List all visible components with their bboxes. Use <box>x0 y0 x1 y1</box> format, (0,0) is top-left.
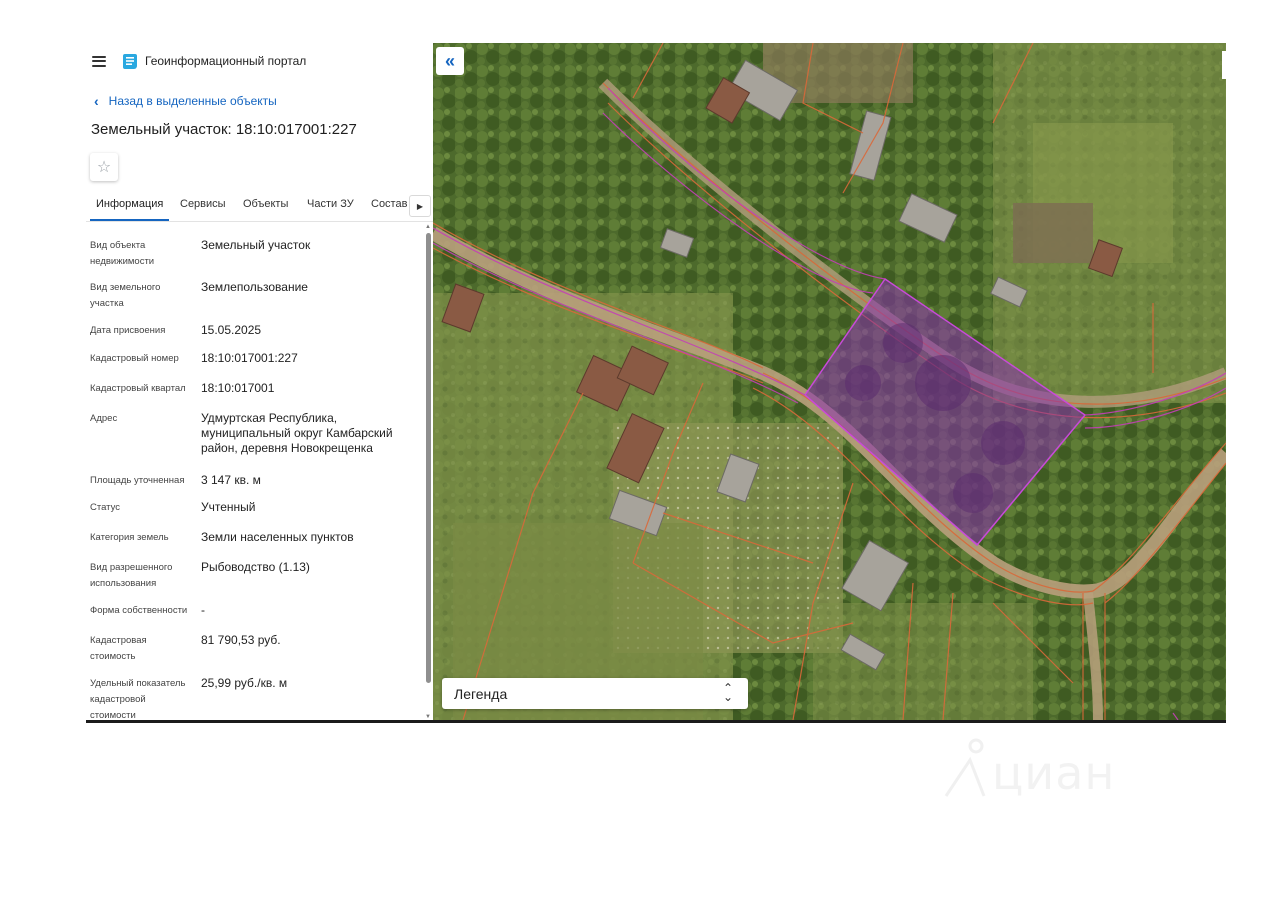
info-value: 81 790,53 руб. <box>201 633 281 647</box>
info-label: Вид разрешенного использования <box>90 562 173 589</box>
info-label: Удельный показатель кадастровой стоимост… <box>90 678 186 720</box>
updown-chevron-icon: ⌃ ⌄ <box>722 681 733 704</box>
info-label: Дата присвоения <box>90 325 166 336</box>
info-label: Вид земельного участка <box>90 282 161 309</box>
star-outline-icon: ☆ <box>96 159 112 176</box>
back-link[interactable]: ‹ Назад в выделенные объекты <box>94 93 277 109</box>
watermark-text: циан <box>992 746 1116 800</box>
collapse-panel-button[interactable]: « <box>436 47 464 75</box>
favorite-button[interactable]: ☆ <box>90 153 118 181</box>
object-title: Земельный участок: 18:10:017001:227 <box>91 121 357 138</box>
info-label: Кадастровый квартал <box>90 383 186 394</box>
double-chevron-left-icon: « <box>444 50 455 71</box>
legend-dropdown[interactable]: Легенда ⌃ ⌄ <box>442 678 748 709</box>
tab-bar: Информация Сервисы Объекты Части ЗУ Сост… <box>86 191 433 222</box>
info-value: Землепользование <box>201 280 308 294</box>
info-value: 18:10:017001:227 <box>201 351 298 365</box>
info-value: Рыбоводство (1.13) <box>201 560 310 574</box>
triangle-right-icon: ▶ <box>416 201 424 211</box>
legend-label: Легенда <box>454 686 508 702</box>
info-label: Площадь уточненная <box>90 475 185 486</box>
info-label: Статус <box>90 502 121 513</box>
cian-watermark: циан <box>940 730 1115 800</box>
tab-objects[interactable]: Объекты <box>243 198 288 210</box>
info-scrollbar[interactable]: ▲ ▼ <box>424 224 433 720</box>
top-bar: Геоинформационный портал <box>92 51 306 71</box>
info-panel: Геоинформационный портал ‹ Назад в выдел… <box>86 43 433 720</box>
info-label: Форма собственности <box>90 605 188 616</box>
back-link-label: Назад в выделенные объекты <box>108 94 277 108</box>
person-logo-icon <box>944 738 986 797</box>
info-value: - <box>201 603 205 617</box>
info-value: 25,99 руб./кв. м <box>201 676 288 690</box>
map-imagery <box>433 43 1226 720</box>
info-value: Учтенный <box>201 500 256 514</box>
chevron-left-icon: ‹ <box>94 93 99 109</box>
info-label: Кадастровый номер <box>90 353 179 364</box>
info-value: Земли населенных пунктов <box>201 530 354 544</box>
satellite-map[interactable]: « Легенда ⌃ ⌄ <box>433 43 1226 720</box>
info-value: 18:10:017001 <box>201 381 275 395</box>
portal-title: Геоинформационный портал <box>145 54 307 68</box>
info-label: Кадастровая стоимость <box>90 635 147 662</box>
portal-logo-icon <box>123 54 137 69</box>
scrollbar-thumb[interactable] <box>426 233 431 683</box>
app-window: Геоинформационный портал ‹ Назад в выдел… <box>86 43 1226 723</box>
info-value: Земельный участок <box>201 238 311 252</box>
info-list: Вид объекта недвижимости Земельный участ… <box>86 230 422 720</box>
scroll-down-icon[interactable]: ▼ <box>425 714 431 720</box>
tab-composition[interactable]: Состав <box>371 198 407 210</box>
info-label: Адрес <box>90 413 118 424</box>
tabs-next-button[interactable]: ▶ <box>409 195 431 217</box>
tab-information[interactable]: Информация <box>89 198 170 221</box>
info-value: Удмуртская Республика, муниципальный окр… <box>201 411 393 455</box>
info-label: Вид объекта недвижимости <box>90 240 155 267</box>
info-label: Категория земель <box>90 532 169 543</box>
tab-parts[interactable]: Части ЗУ <box>307 198 354 210</box>
info-value: 15.05.2025 <box>201 323 262 337</box>
scroll-up-icon[interactable]: ▲ <box>425 224 431 230</box>
hamburger-icon[interactable] <box>92 55 106 67</box>
tab-services[interactable]: Сервисы <box>180 198 226 210</box>
info-value: 3 147 кв. м <box>201 473 261 487</box>
map-tool-button[interactable] <box>1222 51 1226 79</box>
